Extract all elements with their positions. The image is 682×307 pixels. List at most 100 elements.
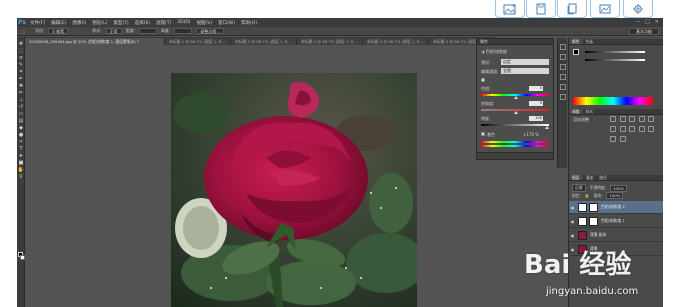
blend-mode-select[interactable]: 正常 xyxy=(572,184,586,192)
crop-tool-icon[interactable]: ⌗ xyxy=(18,69,24,75)
height-input[interactable] xyxy=(174,28,193,34)
hue-saturation-icon[interactable] xyxy=(610,126,616,132)
doc-tab[interactable]: 未标题-3 @ 66.7% (图层 1, R... xyxy=(297,38,363,45)
path-select-tool-icon[interactable]: ➤ xyxy=(18,153,24,159)
screenshot-button[interactable] xyxy=(590,0,620,18)
width-input[interactable] xyxy=(138,28,157,34)
shape-tool-icon[interactable]: ■ xyxy=(18,160,24,166)
menu-window[interactable]: 窗口(W) xyxy=(215,20,238,26)
brightness-icon[interactable] xyxy=(610,116,616,122)
photo-filter-icon[interactable] xyxy=(638,126,645,132)
lightness-slider[interactable] xyxy=(481,124,549,126)
channel-mixer-icon[interactable] xyxy=(648,126,655,132)
document-canvas[interactable] xyxy=(171,73,417,307)
levels-icon[interactable] xyxy=(619,116,626,122)
menu-layer[interactable]: 图层(L) xyxy=(89,20,110,26)
character-icon[interactable] xyxy=(560,64,566,70)
marquee-tool-icon[interactable]: ⬚ xyxy=(18,48,24,54)
tab-paths[interactable]: 路径 xyxy=(596,175,610,180)
menu-view[interactable]: 视图(V) xyxy=(194,20,216,26)
marquee-tool-icon[interactable]: ⬚ xyxy=(21,29,31,34)
refine-edge-button[interactable]: 调整边缘... xyxy=(196,28,225,34)
menu-edit[interactable]: 编辑(E) xyxy=(48,20,69,26)
black-white-icon[interactable] xyxy=(629,126,636,132)
colorize-checkbox[interactable] xyxy=(481,132,485,136)
layer-row[interactable]: ◉ 色相/饱和度 2 xyxy=(569,201,663,214)
exposure-icon[interactable] xyxy=(638,116,645,122)
close-button[interactable]: ✕ xyxy=(655,19,659,25)
lock-icon[interactable]: 🔒 xyxy=(585,193,590,198)
layer-row[interactable]: ◉ 色相/饱和度 1 xyxy=(569,215,663,228)
menu-type[interactable]: 类型(Y) xyxy=(110,20,131,26)
brush-tool-icon[interactable]: ✏ xyxy=(18,90,24,96)
fg-color-chip[interactable] xyxy=(573,49,579,55)
background-color-swatch[interactable] xyxy=(20,255,25,260)
invert-icon[interactable] xyxy=(610,136,616,142)
menu-help[interactable]: 帮助(H) xyxy=(238,20,260,26)
menu-file[interactable]: 文件(F) xyxy=(27,20,48,26)
visibility-eye-icon[interactable]: ◉ xyxy=(569,219,576,224)
tab-layers[interactable]: 图层 xyxy=(569,175,583,180)
copy-button[interactable] xyxy=(557,0,587,18)
saturation-value[interactable]: 0 xyxy=(529,101,543,106)
paragraph-icon[interactable] xyxy=(560,74,566,80)
tab-color[interactable]: 颜色 xyxy=(569,39,583,44)
menu-3d[interactable]: 3D(D) xyxy=(174,20,193,25)
healing-tool-icon[interactable]: ✚ xyxy=(18,83,24,89)
fill-input[interactable]: 100% xyxy=(606,192,624,199)
layer-mask-thumbnail[interactable] xyxy=(589,216,598,226)
menu-select[interactable]: 选择(S) xyxy=(132,20,153,26)
eyedropper-tool-icon[interactable]: ✒ xyxy=(18,76,24,82)
pen-tool-icon[interactable]: ✑ xyxy=(18,139,24,145)
visibility-eye-icon[interactable]: ◉ xyxy=(569,205,576,210)
blur-tool-icon[interactable]: ◆ xyxy=(18,125,24,131)
menu-filter[interactable]: 滤镜(T) xyxy=(153,20,174,26)
hue-slider-thumb[interactable] xyxy=(514,96,518,99)
preset-select[interactable]: 自定 xyxy=(501,59,549,65)
quick-select-tool-icon[interactable]: ✎ xyxy=(18,62,24,68)
saturation-slider-thumb[interactable] xyxy=(514,111,518,114)
minimize-button[interactable]: — xyxy=(635,19,640,25)
doc-tab[interactable]: 未标题-2 @ 66.7% (图层 1, R... xyxy=(231,38,297,45)
tab-adjustments[interactable]: 调整 xyxy=(569,109,583,114)
vibrance-icon[interactable] xyxy=(648,116,655,122)
curves-icon[interactable] xyxy=(629,116,636,122)
image-upload-button[interactable] xyxy=(495,0,525,18)
maximize-button[interactable]: □ xyxy=(645,19,650,25)
info-icon[interactable] xyxy=(560,94,566,100)
opacity-input[interactable]: 100% xyxy=(610,184,627,192)
tab-swatches[interactable]: 色板 xyxy=(583,39,597,44)
channel-select[interactable]: 全图 xyxy=(501,68,549,74)
eraser-tool-icon[interactable]: ▭ xyxy=(18,111,24,117)
finger-tool-toggle[interactable] xyxy=(481,78,485,82)
zoom-tool-icon[interactable]: ⚲ xyxy=(18,174,24,180)
tab-styles[interactable]: 样式 xyxy=(583,109,597,114)
color-slider[interactable] xyxy=(585,51,645,53)
brush-preset-icon[interactable] xyxy=(560,84,566,90)
hand-tool-icon[interactable]: ✋ xyxy=(18,167,24,173)
type-tool-icon[interactable]: T xyxy=(18,146,24,152)
actions-icon[interactable] xyxy=(560,54,566,60)
style-select[interactable]: 正常 xyxy=(105,28,122,34)
stamp-tool-icon[interactable]: ⊥ xyxy=(18,97,24,103)
settings-button[interactable] xyxy=(623,0,653,18)
tab-channels[interactable]: 通道 xyxy=(583,175,597,180)
doc-tab[interactable]: 未标题-1 @ 66.7% (图层 1, R... xyxy=(165,38,231,45)
save-button[interactable] xyxy=(526,0,556,18)
history-icon[interactable] xyxy=(560,44,566,50)
doc-tab[interactable]: 未标题-4 @ 66.7% (图层 1, R... xyxy=(363,38,429,45)
layer-mask-thumbnail[interactable] xyxy=(589,202,598,212)
workspace-select[interactable]: 基本功能 xyxy=(629,28,659,35)
gradient-tool-icon[interactable]: ▤ xyxy=(18,118,24,124)
lasso-tool-icon[interactable]: ɑ xyxy=(18,55,24,61)
dodge-tool-icon[interactable]: ● xyxy=(18,132,24,138)
feather-input[interactable]: 0 像素 xyxy=(48,28,69,34)
lightness-value[interactable]: 100 xyxy=(529,116,543,121)
history-brush-tool-icon[interactable]: ↺ xyxy=(18,104,24,110)
move-tool-icon[interactable]: ✥ xyxy=(18,41,24,47)
color-slider[interactable] xyxy=(585,59,645,61)
menu-image[interactable]: 图像(I) xyxy=(69,20,89,26)
doc-tab-active[interactable]: 20150528_095404.jpg @ 25% (色相/饱和度 1, 图层蒙… xyxy=(25,38,165,45)
color-spectrum[interactable] xyxy=(573,97,653,105)
posterize-icon[interactable] xyxy=(619,136,626,142)
